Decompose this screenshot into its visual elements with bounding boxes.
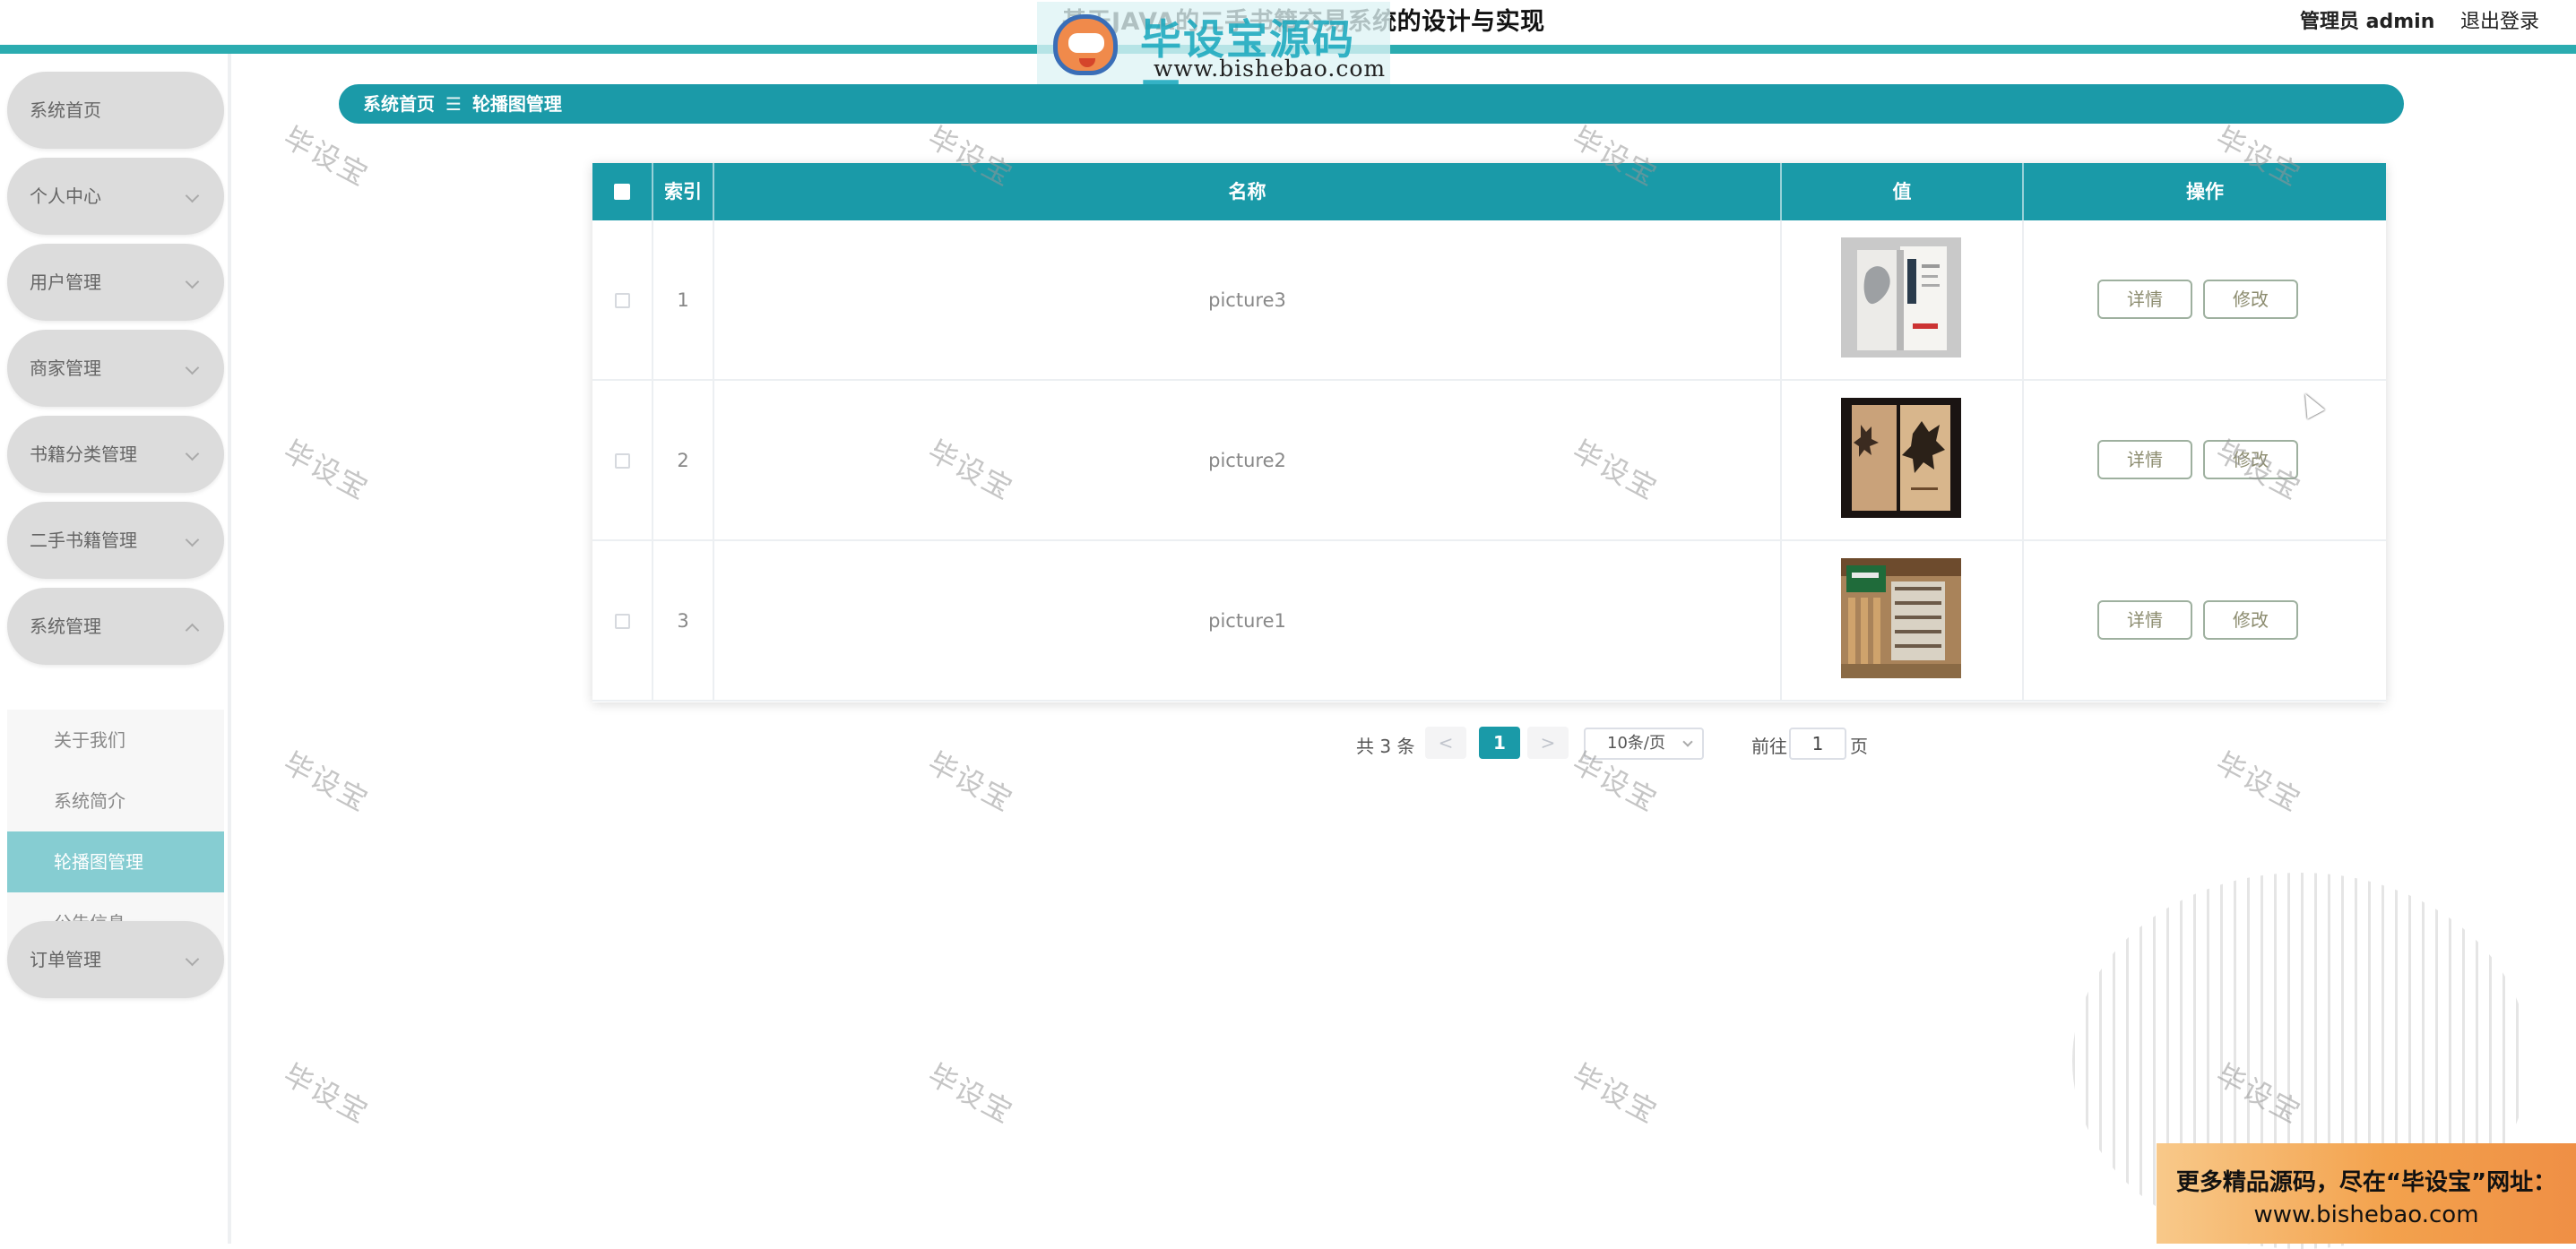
ad-banner-line1: 更多精品源码，尽在“毕设宝”网址： xyxy=(2175,1169,2557,1196)
submenu-item-carousel[interactable]: 轮播图管理 xyxy=(7,831,224,892)
chevron-down-icon xyxy=(185,532,200,547)
row-name: picture3 xyxy=(714,220,1782,381)
detail-button[interactable]: 详情 xyxy=(2097,600,2192,640)
select-all-checkbox[interactable] xyxy=(614,184,630,200)
edit-button[interactable]: 修改 xyxy=(2203,440,2298,479)
row-checkbox[interactable] xyxy=(615,614,630,629)
book-spread-thumbnail xyxy=(1841,237,1961,357)
logout-button[interactable]: 退出登录 xyxy=(2460,5,2539,34)
watermark-text: 毕设宝 xyxy=(278,120,376,194)
table-header: 索引 名称 值 操作 xyxy=(592,163,2386,220)
edit-button[interactable]: 修改 xyxy=(2203,280,2298,319)
edit-button[interactable]: 修改 xyxy=(2203,600,2298,640)
column-header-value: 值 xyxy=(1782,163,2024,220)
row-index: 1 xyxy=(653,220,714,381)
row-checkbox[interactable] xyxy=(615,293,630,308)
sidebar-item-secondhand-books[interactable]: 二手书籍管理 xyxy=(7,502,224,579)
row-index: 2 xyxy=(653,381,714,541)
sidebar-item-label: 用户管理 xyxy=(30,271,101,293)
table-row: 2 picture2 详情 修改 xyxy=(592,381,2386,541)
menu-icon: ☰ xyxy=(445,93,462,115)
sidebar-item-orders[interactable]: 订单管理 xyxy=(7,921,224,998)
table-row: 3 picture1 详情 修改 xyxy=(592,541,2386,702)
next-page-button[interactable]: > xyxy=(1527,727,1569,759)
row-select-cell xyxy=(592,220,653,381)
watermark-text: 毕设宝 xyxy=(1567,1057,1664,1131)
book-cover-thumbnail xyxy=(1841,398,1961,518)
sidebar-item-merchants[interactable]: 商家管理 xyxy=(7,330,224,407)
sidebar-item-label: 订单管理 xyxy=(30,949,101,970)
ad-banner-url: www.bishebao.com xyxy=(2253,1202,2479,1228)
watermark-text: 毕设宝 xyxy=(278,434,376,507)
sidebar-item-label: 系统管理 xyxy=(30,616,101,637)
breadcrumb: 系统首页 ☰ 轮播图管理 xyxy=(339,84,2404,124)
row-index: 3 xyxy=(653,541,714,702)
column-header-name: 名称 xyxy=(714,163,1782,220)
sidebar-item-book-categories[interactable]: 书籍分类管理 xyxy=(7,416,224,493)
row-select-cell xyxy=(592,541,653,702)
chevron-down-icon xyxy=(185,188,200,203)
sidebar-item-home[interactable]: 系统首页 xyxy=(7,72,224,149)
chevron-up-icon xyxy=(185,623,200,638)
sidebar-item-personal-center[interactable]: 个人中心 xyxy=(7,158,224,235)
goto-label: 前往 xyxy=(1751,736,1787,757)
chevron-down-icon xyxy=(185,274,200,289)
row-checkbox[interactable] xyxy=(615,453,630,469)
carousel-table: 索引 名称 值 操作 1 picture3 详情 修改 2 picture2 详… xyxy=(592,163,2386,702)
sidebar-item-label: 书籍分类管理 xyxy=(30,444,137,465)
row-select-cell xyxy=(592,381,653,541)
detail-button[interactable]: 详情 xyxy=(2097,280,2192,319)
top-bar: 基于JAVA的二手书籍交易系统的设计与实现 毕设宝源码网 www.bisheba… xyxy=(0,0,2576,123)
chevron-down-icon xyxy=(1682,736,1693,747)
prev-page-button[interactable]: < xyxy=(1425,727,1466,759)
table-row: 1 picture3 详情 修改 xyxy=(592,220,2386,381)
sidebar-item-label: 系统首页 xyxy=(30,99,101,121)
watermark-logo-url: www.bishebao.com xyxy=(1154,56,1387,82)
sidebar: 系统首页 个人中心 用户管理 商家管理 书籍分类管理 二手书籍管理 系统管理 关… xyxy=(0,54,231,1244)
chevron-down-icon xyxy=(185,360,200,375)
goto-page-input[interactable] xyxy=(1789,728,1846,760)
sidebar-item-label: 二手书籍管理 xyxy=(30,530,137,551)
admin-user-label: 管理员 admin xyxy=(2300,11,2435,33)
mascot-logo-icon xyxy=(1053,14,1118,75)
column-header-actions: 操作 xyxy=(2186,181,2224,202)
watermark-logo: 毕设宝源码网 www.bishebao.com xyxy=(1037,2,1390,123)
row-name: picture1 xyxy=(714,541,1782,702)
column-header-index: 索引 xyxy=(653,163,714,220)
breadcrumb-home[interactable]: 系统首页 xyxy=(363,93,435,115)
sidebar-item-label: 个人中心 xyxy=(30,185,101,207)
watermark-text: 毕设宝 xyxy=(922,1057,1020,1131)
page-size-select[interactable]: 10条/页 xyxy=(1584,728,1704,760)
page-number-button[interactable]: 1 xyxy=(1479,727,1520,759)
sidebar-item-system[interactable]: 系统管理 xyxy=(7,588,224,665)
row-name: picture2 xyxy=(714,381,1782,541)
sidebar-item-label: 商家管理 xyxy=(30,357,101,379)
submenu-item-system-intro[interactable]: 系统简介 xyxy=(7,771,224,831)
header-select-cell xyxy=(592,163,653,220)
detail-button[interactable]: 详情 xyxy=(2097,440,2192,479)
watermark-text: 毕设宝 xyxy=(278,1057,376,1131)
page-suffix-label: 页 xyxy=(1850,736,1868,757)
bookstore-thumbnail xyxy=(1841,558,1961,678)
sidebar-item-users[interactable]: 用户管理 xyxy=(7,244,224,321)
page-size-value: 10条/页 xyxy=(1607,734,1665,753)
chevron-down-icon xyxy=(185,952,200,967)
breadcrumb-current: 轮播图管理 xyxy=(471,93,562,115)
pagination-total: 共 3 条 xyxy=(1356,736,1415,757)
chevron-down-icon xyxy=(185,446,200,461)
ad-banner[interactable]: 更多精品源码，尽在“毕设宝”网址： www.bishebao.com xyxy=(2157,1143,2576,1244)
pagination: 共 3 条 < 1 > 10条/页 前往 页 xyxy=(0,726,2576,763)
